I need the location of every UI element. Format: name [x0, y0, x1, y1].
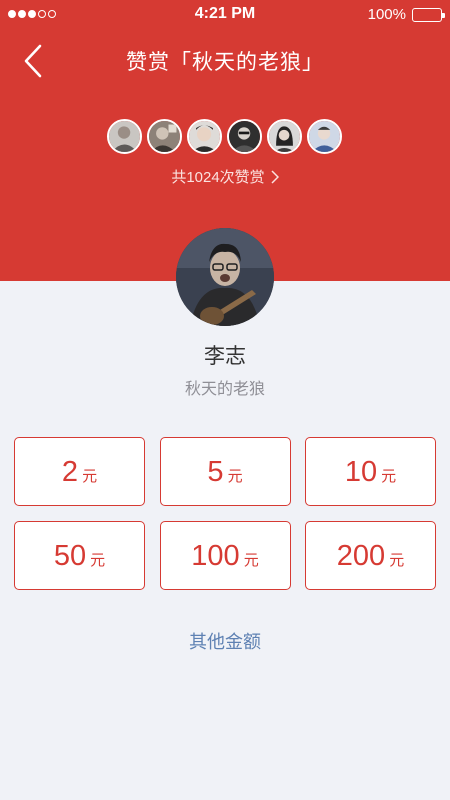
back-button[interactable] [20, 43, 50, 79]
amount-button-100[interactable]: 100 元 [159, 521, 291, 590]
amount-unit: 元 [82, 468, 98, 485]
page-title: 赞赏「秋天的老狼」 [126, 51, 324, 74]
author-subtitle: 秋天的老狼 [184, 381, 265, 398]
other-amount-link[interactable]: 其他金额 [0, 628, 450, 654]
amount-value: 50 [53, 540, 87, 572]
amount-unit: 元 [90, 552, 106, 569]
battery-icon [412, 7, 445, 22]
amount-value: 2 [61, 456, 79, 488]
supporter-avatar[interactable] [267, 119, 302, 154]
author-avatar [176, 228, 274, 326]
amount-button-2[interactable]: 2 元 [14, 437, 145, 506]
amount-unit: 元 [381, 468, 397, 485]
amount-unit: 元 [227, 468, 243, 485]
amount-value: 10 [344, 456, 378, 488]
amount-unit: 元 [243, 552, 259, 569]
amount-button-10[interactable]: 10 元 [305, 437, 436, 506]
amount-value: 200 [336, 540, 386, 572]
supporter-avatar[interactable] [147, 119, 182, 154]
chevron-left-icon [24, 44, 42, 78]
total-rewards-link[interactable]: 共1024次赞赏 [0, 166, 450, 187]
supporter-avatar[interactable] [227, 119, 262, 154]
total-rewards-label: 共1024次赞赏 [171, 169, 265, 186]
amount-button-200[interactable]: 200 元 [305, 521, 436, 590]
amount-value: 5 [207, 456, 224, 488]
amount-value: 100 [191, 540, 240, 572]
supporter-avatar[interactable] [107, 119, 142, 154]
supporter-avatar[interactable] [187, 119, 222, 154]
amount-button-5[interactable]: 5 元 [159, 437, 291, 506]
battery-percentage: 100% [367, 6, 406, 23]
supporter-avatars[interactable] [107, 119, 342, 154]
author-name: 李志 [204, 345, 246, 368]
reward-screen: 4:21 PM 100% 赞赏「秋天的老狼」 共1024次赞赏 李志 秋天的老狼… [0, 0, 450, 800]
amount-button-50[interactable]: 50 元 [14, 521, 145, 590]
amount-unit: 元 [389, 552, 405, 569]
chevron-right-icon [271, 169, 279, 184]
amount-grid: 2 元 5 元 10 元 50 元 100 元 200 元 [14, 437, 436, 590]
status-bar: 4:21 PM 100% [0, 0, 450, 30]
supporter-avatar[interactable] [307, 119, 342, 154]
